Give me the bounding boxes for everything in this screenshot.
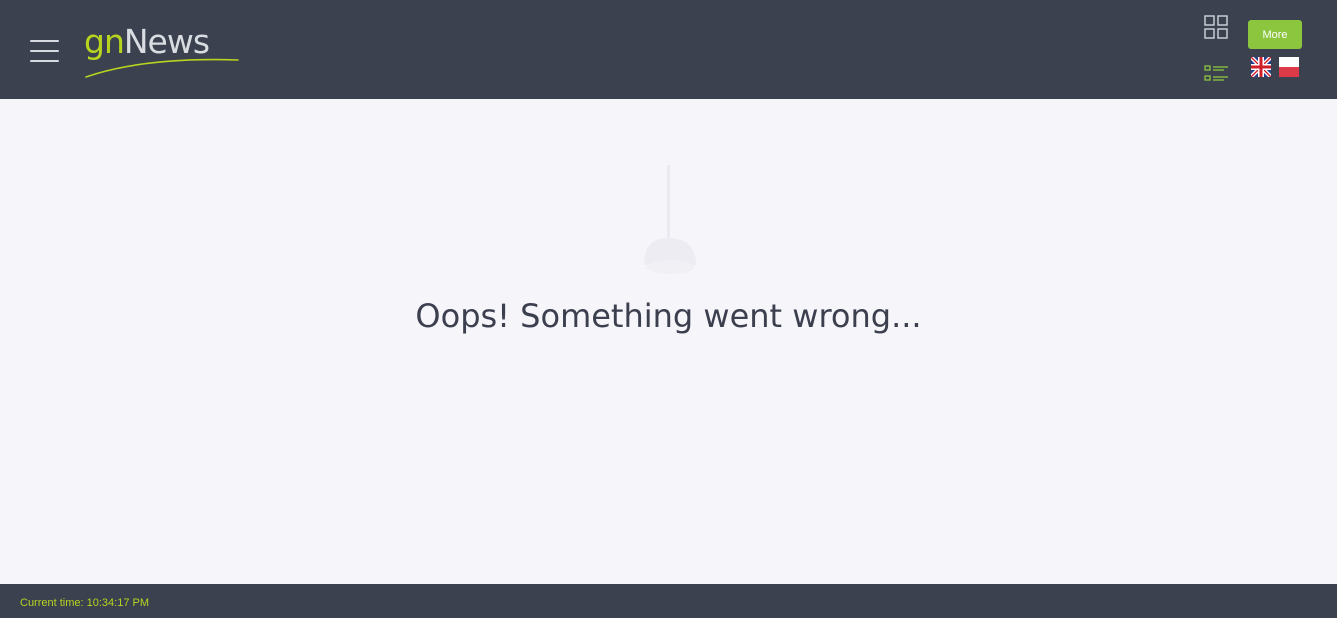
poland-flag-icon[interactable] (1279, 57, 1299, 77)
gnnews-logo[interactable]: gnNews (84, 22, 242, 80)
error-message: Oops! Something went wrong... (415, 297, 922, 335)
list-view-icon[interactable] (1204, 65, 1229, 82)
logo-swoosh (85, 58, 239, 78)
current-time: Current time: 10:34:17 PM (20, 597, 150, 609)
footer: Current time: 10:34:17 PM (0, 584, 1337, 618)
uk-flag-icon[interactable] (1249, 55, 1273, 79)
error-illustration (640, 160, 700, 280)
more-button[interactable]: More (1248, 20, 1302, 49)
header: gnNews More (0, 0, 1337, 99)
grid-view-icon[interactable] (1204, 15, 1228, 39)
hamburger-menu-icon[interactable] (30, 40, 59, 62)
